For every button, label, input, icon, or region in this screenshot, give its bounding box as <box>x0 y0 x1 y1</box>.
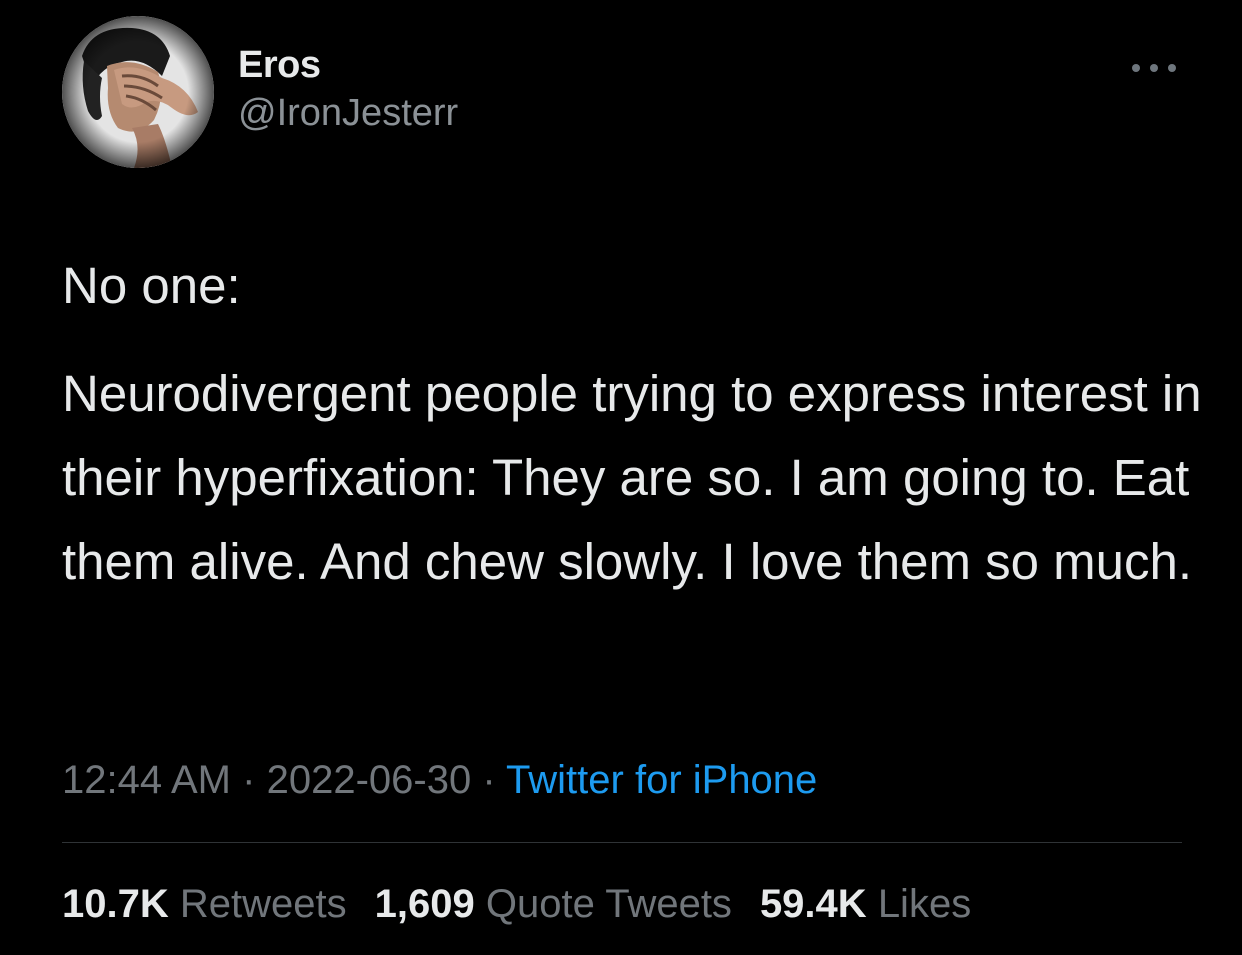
tweet-text: No one: Neurodivergent people trying to … <box>62 244 1202 604</box>
divider <box>62 842 1182 843</box>
tweet-metadata: 12:44 AM · 2022-06-30 · Twitter for iPho… <box>62 752 817 808</box>
meta-separator: · <box>482 758 496 802</box>
retweets-count: 10.7K <box>62 882 169 926</box>
dot <box>1132 64 1140 72</box>
tweet-stats: 10.7K Retweets 1,609 Quote Tweets 59.4K … <box>62 876 971 932</box>
dot <box>1150 64 1158 72</box>
dot <box>1168 64 1176 72</box>
tweet-paragraph: Neurodivergent people trying to express … <box>62 365 1202 590</box>
quote-tweets-label: Quote Tweets <box>485 882 732 926</box>
retweets-label: Retweets <box>179 882 347 926</box>
avatar[interactable] <box>62 16 214 168</box>
more-horizontal-icon[interactable] <box>1132 60 1176 76</box>
retweets-stat[interactable]: 10.7K Retweets <box>62 876 347 932</box>
tweet-paragraph: No one: <box>62 257 241 314</box>
tweet-detail: Eros @IronJesterr No one: Neurodivergent… <box>0 0 1242 955</box>
likes-stat[interactable]: 59.4K Likes <box>760 876 971 932</box>
tweet-source-link[interactable]: Twitter for iPhone <box>506 758 817 802</box>
likes-label: Likes <box>877 882 972 926</box>
avatar-image <box>62 16 214 168</box>
tweet-date[interactable]: 2022-06-30 <box>267 758 472 802</box>
tweet-time[interactable]: 12:44 AM <box>62 758 231 802</box>
user-name-block: Eros @IronJesterr <box>238 42 458 138</box>
display-name[interactable]: Eros <box>238 42 458 88</box>
meta-separator: · <box>242 758 256 802</box>
quote-tweets-count: 1,609 <box>374 882 475 926</box>
likes-count: 59.4K <box>759 882 867 926</box>
tweet-header: Eros @IronJesterr <box>62 16 1182 168</box>
quote-tweets-stat[interactable]: 1,609 Quote Tweets <box>375 876 732 932</box>
user-handle[interactable]: @IronJesterr <box>238 88 458 138</box>
